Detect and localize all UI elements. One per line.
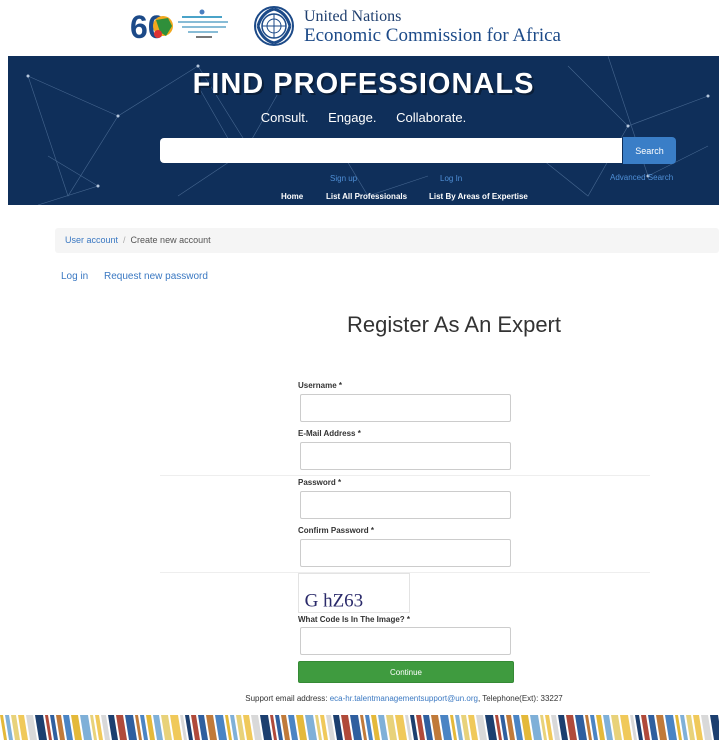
breadcrumb-current: Create new account	[130, 235, 211, 245]
support-email-link[interactable]: eca-hr.talentmanagementsupport@un.org	[330, 694, 478, 703]
hero-subtitle: Consult. Engage. Collaborate.	[260, 110, 467, 125]
password-label: Password *	[298, 478, 342, 487]
org-line-1: United Nations	[304, 8, 402, 25]
tab-request-new-password[interactable]: Request new password	[104, 271, 208, 282]
username-field[interactable]	[300, 394, 511, 422]
password-field[interactable]	[300, 491, 511, 519]
required-mark: *	[357, 429, 361, 438]
search-button[interactable]: Search	[623, 137, 676, 164]
email-field[interactable]	[300, 442, 511, 470]
breadcrumb-separator: /	[123, 235, 126, 245]
confirm-password-field[interactable]	[300, 539, 511, 567]
confirm-password-label: Confirm Password *	[298, 526, 375, 535]
decorative-pattern-band	[0, 715, 719, 740]
captcha-field[interactable]	[300, 627, 511, 655]
tab-log-in[interactable]: Log in	[61, 271, 88, 282]
required-mark: *	[406, 615, 411, 624]
org-line-2: Economic Commission for Africa	[304, 25, 561, 46]
captcha-label: What Code Is In The Image? *	[298, 615, 411, 624]
breadcrumb-user-account[interactable]: User account	[65, 235, 118, 245]
nav-home[interactable]: Home	[281, 192, 303, 201]
email-label: E-Mail Address *	[298, 429, 361, 438]
captcha-text: G hZ63	[305, 590, 364, 611]
advanced-search-link[interactable]: Advanced Search	[610, 173, 673, 182]
hero-banner: FIND PROFESSIONALS Consult. Engage. Coll…	[8, 56, 719, 205]
support-info: Support email address: eca-hr.talentmana…	[0, 694, 719, 703]
captcha-image: G hZ63	[298, 573, 410, 613]
breadcrumb: User account / Create new account	[55, 228, 719, 253]
log-in-link[interactable]: Log In	[440, 174, 462, 183]
organization-name: United Nations Economic Commission for A…	[304, 9, 561, 47]
required-mark: *	[370, 526, 375, 535]
sign-up-link[interactable]: Sign up	[330, 174, 357, 183]
nav-list-all-professionals[interactable]: List All Professionals	[326, 192, 407, 201]
search-input[interactable]	[160, 138, 622, 163]
eca-60-anniversary-logo: 60	[130, 9, 228, 44]
required-mark: *	[338, 381, 343, 390]
continue-button[interactable]: Continue	[298, 661, 514, 683]
support-phone: , Telephone(Ext): 33227	[477, 694, 563, 703]
divider	[160, 475, 650, 476]
hero-title: FIND PROFESSIONALS	[192, 68, 535, 100]
un-emblem-icon	[254, 6, 294, 46]
support-prefix: Support email address:	[245, 694, 328, 703]
required-mark: *	[338, 478, 342, 487]
username-label: Username *	[298, 381, 343, 390]
site-header: 60 United Nations Economic Commission fo…	[0, 0, 719, 56]
page-title: Register As An Expert	[347, 312, 561, 337]
nav-list-by-expertise[interactable]: List By Areas of Expertise	[429, 192, 528, 201]
